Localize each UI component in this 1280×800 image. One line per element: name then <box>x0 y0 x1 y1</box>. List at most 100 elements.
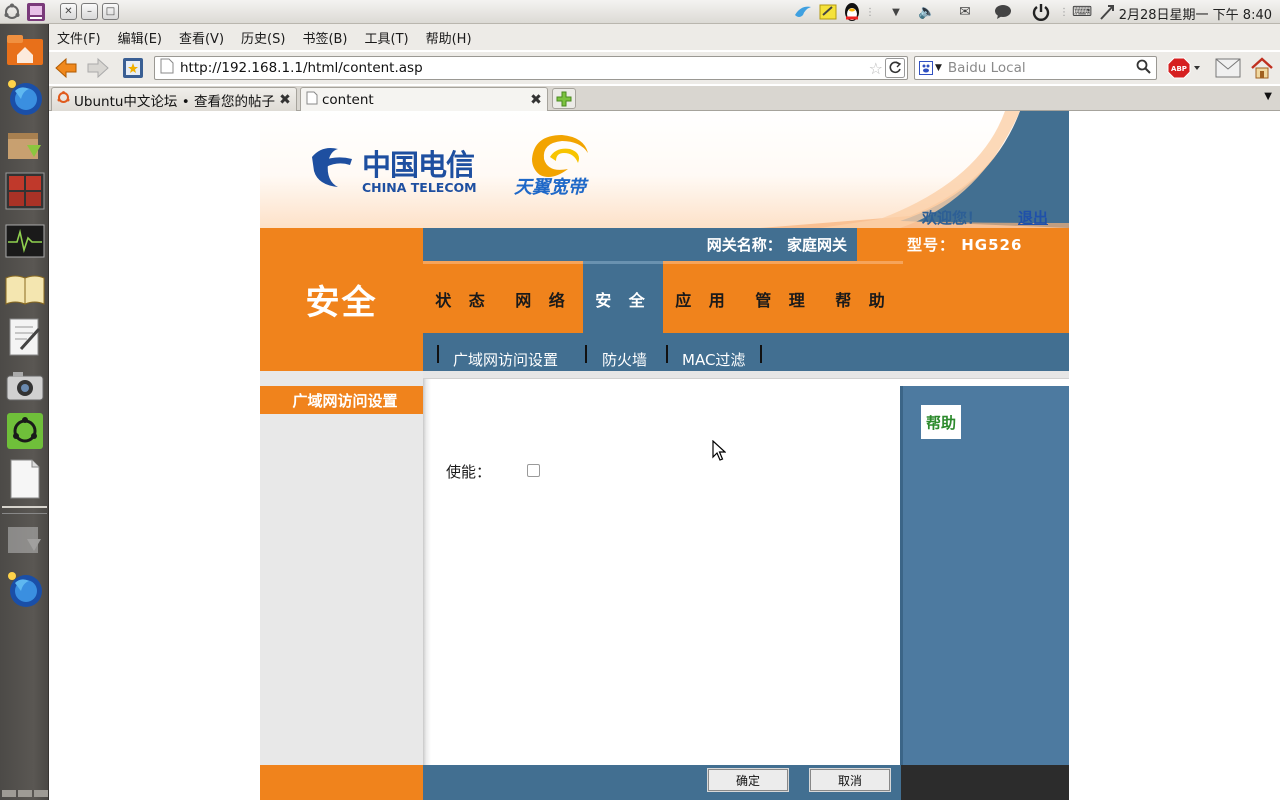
top-panel: ✕ – □ ⋮ ▼ 🔈 ✉ ⋮ ⌨ 2月28日星期一 下午 8:40 <box>0 0 1280 24</box>
volume-icon[interactable]: 🔈 <box>916 0 938 24</box>
left-menu-item-wan-access[interactable]: 广域网访问设置 <box>260 386 430 414</box>
cancel-button[interactable]: 取消 <box>809 768 891 792</box>
camera-icon[interactable] <box>3 364 47 406</box>
software-center-icon[interactable] <box>3 410 47 452</box>
new-tab-button[interactable] <box>552 88 576 109</box>
enable-label: 使能： <box>446 463 492 481</box>
tab-close-icon[interactable]: ✖ <box>277 92 293 108</box>
china-telecom-logo: 中国电信 CHINA TELECOM <box>308 141 488 197</box>
panel-grip-icon: ⋮ <box>1059 6 1069 18</box>
model-box: 型号： HG526 <box>857 228 1069 261</box>
menu-tools[interactable]: 工具(T) <box>365 28 409 47</box>
left-menu: 广域网访问设置 <box>260 371 430 765</box>
panel-grip-icon: ⋮ <box>865 6 875 18</box>
reload-icon[interactable] <box>884 56 906 80</box>
ubuntu-logo-icon[interactable] <box>0 0 24 24</box>
subnav-firewall[interactable]: 防火墙 <box>602 349 647 370</box>
nav-tab-status[interactable]: 状 态 <box>423 261 503 333</box>
help-label: 帮助 <box>925 413 956 432</box>
archive-manager-icon[interactable] <box>3 124 47 166</box>
section-title: 安全 <box>305 283 378 323</box>
system-monitor-icon[interactable] <box>3 220 47 262</box>
url-text[interactable]: http://192.168.1.1/html/content.asp <box>180 60 423 76</box>
mail-icon[interactable]: ✉ <box>954 0 976 24</box>
bird-icon[interactable] <box>792 0 814 24</box>
column-divider <box>423 371 431 765</box>
keyboard-icon[interactable]: ⌨ <box>1071 0 1093 24</box>
power-icon[interactable] <box>1030 0 1052 24</box>
url-bar[interactable]: http://192.168.1.1/html/content.asp ☆ ▼ <box>154 56 908 80</box>
document-icon[interactable] <box>3 458 47 500</box>
logout-link[interactable]: 退出 <box>1018 207 1048 228</box>
nav-tab-label: 状 态 <box>435 290 491 310</box>
nav-tab-security[interactable]: 安 全 <box>583 261 663 333</box>
nav-tab-management[interactable]: 管 理 <box>743 261 823 333</box>
svg-text:天翼宽带: 天翼宽带 <box>514 177 589 198</box>
clock[interactable]: 2月28日星期一 下午 8:40 <box>1119 4 1272 23</box>
nav-tab-label: 应 用 <box>675 290 731 310</box>
nav-tab-network[interactable]: 网 络 <box>503 261 583 333</box>
dock-separator <box>2 506 47 514</box>
gateway-name-bar: 网关名称： 家庭网关 <box>423 228 857 261</box>
tab-ubuntu-forum[interactable]: Ubuntu中文论坛 • 查看您的帖子 ✖ <box>51 87 297 111</box>
tianyi-broadband-logo: 天翼宽带 <box>512 129 602 199</box>
firefox-icon[interactable] <box>3 76 47 118</box>
content-top-bar <box>423 371 1069 379</box>
menu-edit[interactable]: 编辑(E) <box>118 28 162 47</box>
window-minimize-button[interactable]: – <box>81 3 98 20</box>
search-icon[interactable] <box>1136 59 1151 78</box>
home-icon[interactable] <box>1249 56 1275 80</box>
subnav-wan-access[interactable]: 广域网访问设置 <box>453 349 558 370</box>
enable-checkbox[interactable] <box>527 464 540 477</box>
chat-icon[interactable] <box>992 0 1014 24</box>
bookmark-star-icon[interactable] <box>120 56 146 80</box>
tab-content[interactable]: content ✖ <box>300 87 548 111</box>
menu-file[interactable]: 文件(F) <box>57 28 101 47</box>
network-icon[interactable] <box>1096 0 1118 24</box>
tab-close-icon[interactable]: ✖ <box>528 92 544 108</box>
confirm-button[interactable]: 确定 <box>707 768 789 792</box>
subnav-mac-filter[interactable]: MAC过滤 <box>682 349 745 370</box>
model-text: 型号： HG526 <box>907 236 1023 254</box>
qq-penguin-icon[interactable] <box>841 0 863 24</box>
search-input[interactable]: Baidu Local <box>948 60 1136 76</box>
subnav-separator <box>437 345 439 363</box>
menu-help[interactable]: 帮助(H) <box>426 28 472 47</box>
left-menu-label: 广域网访问设置 <box>292 391 398 410</box>
dictionary-book-icon[interactable] <box>3 268 47 310</box>
dropdown-arrow-icon[interactable]: ▼ <box>888 0 904 24</box>
nav-tab-applications[interactable]: 应 用 <box>663 261 743 333</box>
help-badge[interactable]: 帮助 <box>921 405 961 439</box>
window-close-button[interactable]: ✕ <box>60 3 77 20</box>
home-folder-icon[interactable] <box>3 28 47 70</box>
firefox-icon[interactable] <box>3 568 47 610</box>
menu-view[interactable]: 查看(V) <box>179 28 224 47</box>
window-maximize-button[interactable]: □ <box>102 3 119 20</box>
section-title-box: 安全 <box>260 228 423 371</box>
svg-text:ABP: ABP <box>1171 65 1187 73</box>
menu-bookmarks[interactable]: 书签(B) <box>302 28 347 47</box>
page-icon <box>306 91 318 109</box>
text-editor-icon[interactable] <box>3 316 47 358</box>
workspace-switcher-icon[interactable] <box>3 170 47 212</box>
router-page: 中国电信 CHINA TELECOM 天翼宽带 欢迎您！ 退出 安全 网关名称：… <box>260 111 1069 800</box>
downloads-icon[interactable] <box>3 518 47 560</box>
back-arrow-icon[interactable] <box>53 56 79 80</box>
tab-label: Ubuntu中文论坛 • 查看您的帖子 <box>74 93 275 110</box>
browser-menubar: 文件(F) 编辑(E) 查看(V) 历史(S) 书签(B) 工具(T) 帮助(H… <box>49 24 1280 50</box>
mail-envelope-icon[interactable] <box>1215 56 1241 80</box>
forward-arrow-icon[interactable] <box>85 56 111 80</box>
app-menu-icon[interactable] <box>24 0 48 24</box>
subnav-separator <box>585 345 587 363</box>
ubuntu-favicon-icon <box>57 91 70 108</box>
adblock-icon[interactable]: ABP <box>1166 56 1206 80</box>
search-engine-icon[interactable]: ▼ <box>919 61 942 75</box>
gateway-name: 网关名称： 家庭网关 <box>706 236 847 254</box>
bookmark-star-outline-icon[interactable]: ☆ <box>869 59 883 78</box>
nav-tab-help[interactable]: 帮 助 <box>823 261 903 333</box>
menu-history[interactable]: 历史(S) <box>241 28 285 47</box>
search-bar[interactable]: ▼ Baidu Local <box>914 56 1157 80</box>
help-panel: 帮助 <box>900 386 1069 765</box>
notes-icon[interactable] <box>817 0 839 24</box>
tab-list-dropdown-icon[interactable]: ▼ <box>1264 91 1272 102</box>
